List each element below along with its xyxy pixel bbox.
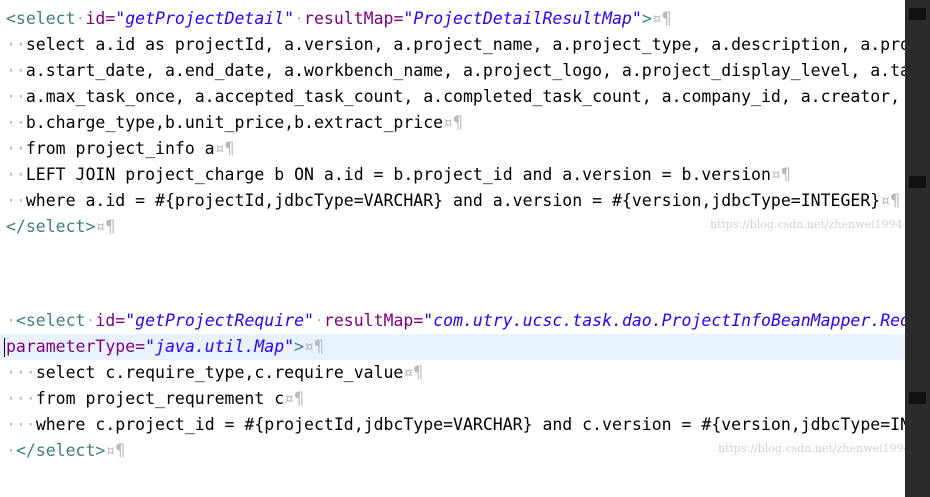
- code-line[interactable]: <select·id="getProjectDetail"·resultMap=…: [6, 6, 672, 32]
- code-line[interactable]: ··b.charge_type,b.unit_price,b.extract_p…: [6, 110, 463, 136]
- xml-editor[interactable]: <select·id="getProjectDetail"·resultMap=…: [0, 0, 905, 497]
- right-scroll-gutter[interactable]: [905, 0, 930, 497]
- sql-text: select a.id as projectId, a.version, a.p…: [25, 35, 905, 54]
- eol-marker: ¤¶: [651, 9, 672, 28]
- attr-value: "com.utry.ucsc.task.dao.ProjectInfoBeanM…: [423, 311, 905, 330]
- attr-name: id=: [85, 9, 116, 28]
- sql-text: where a.id = #{projectId,jdbcType=VARCHA…: [25, 191, 881, 210]
- sql-text: from project_info a: [25, 139, 215, 158]
- code-line[interactable]: ··a.start_date, a.end_date, a.workbench_…: [6, 58, 905, 84]
- code-line[interactable]: ···where c.project_id = #{projectId,jdbc…: [6, 412, 905, 438]
- code-line[interactable]: ··select a.id as projectId, a.version, a…: [6, 32, 905, 58]
- attr-name: resultMap=: [304, 9, 404, 28]
- watermark: https://blog.csdn.net/zhenwei1994: [710, 218, 903, 231]
- eol-marker: ¤¶: [105, 441, 126, 460]
- eol-marker: ¤¶: [284, 389, 305, 408]
- sql-text: select c.require_type,c.require_value: [35, 363, 404, 382]
- attr-name: parameterType=: [6, 337, 146, 356]
- code-line-current[interactable]: parameterType="java.util.Map">¤¶: [4, 334, 324, 360]
- eol-marker: ¤¶: [443, 113, 463, 132]
- code-line[interactable]: ·</select>¤¶: [6, 438, 125, 464]
- eol-marker: ¤¶: [770, 165, 791, 184]
- sql-text: from project_requrement c: [35, 389, 285, 408]
- eol-marker: ¤¶: [403, 363, 424, 382]
- code-line[interactable]: ··from project_info a¤¶: [6, 136, 235, 162]
- code-line[interactable]: ··a.max_task_once, a.accepted_task_count…: [6, 84, 905, 110]
- code-line[interactable]: ·<select·id="getProjectRequire"·resultMa…: [6, 308, 905, 334]
- attr-value: "ProjectDetailResultMap": [403, 9, 642, 28]
- attr-name: resultMap=: [323, 311, 424, 330]
- overview-marker: [909, 176, 926, 188]
- overview-marker: [909, 8, 926, 20]
- sql-text: a.start_date, a.end_date, a.workbench_na…: [25, 61, 905, 80]
- text-caret: [4, 338, 5, 357]
- tag-close: </select>: [15, 441, 106, 460]
- tag-open: <select: [6, 9, 76, 28]
- attr-value: "getProjectRequire": [125, 311, 314, 330]
- sql-text: where c.project_id = #{projectId,jdbcTyp…: [35, 415, 905, 434]
- eol-marker: ¤¶: [95, 217, 116, 236]
- code-line[interactable]: ··where a.id = #{projectId,jdbcType=VARC…: [6, 188, 900, 214]
- sql-text: b.charge_type,b.unit_price,b.extract_pri…: [25, 113, 444, 132]
- code-line[interactable]: ···from project_requrement c¤¶: [6, 386, 304, 412]
- tag-close: </select>: [6, 217, 96, 236]
- tag-open: <select: [15, 311, 86, 330]
- code-line[interactable]: ···select c.require_type,c.require_value…: [6, 360, 423, 386]
- attr-name: id=: [95, 311, 126, 330]
- attr-value: "getProjectDetail": [115, 9, 295, 28]
- code-line[interactable]: </select>¤¶: [6, 214, 115, 240]
- watermark: https://blog.csdn.net/zhenwei1994: [718, 442, 905, 455]
- attr-value: "java.util.Map": [145, 337, 295, 356]
- eol-marker: ¤¶: [880, 191, 901, 210]
- sql-text: LEFT JOIN project_charge b ON a.id = b.p…: [25, 165, 771, 184]
- eol-marker: ¤¶: [214, 139, 235, 158]
- sql-text: a.max_task_once, a.accepted_task_count, …: [25, 87, 901, 106]
- code-line[interactable]: ··LEFT JOIN project_charge b ON a.id = b…: [6, 162, 791, 188]
- eol-marker: ¤¶: [304, 337, 324, 356]
- overview-marker: [909, 392, 926, 404]
